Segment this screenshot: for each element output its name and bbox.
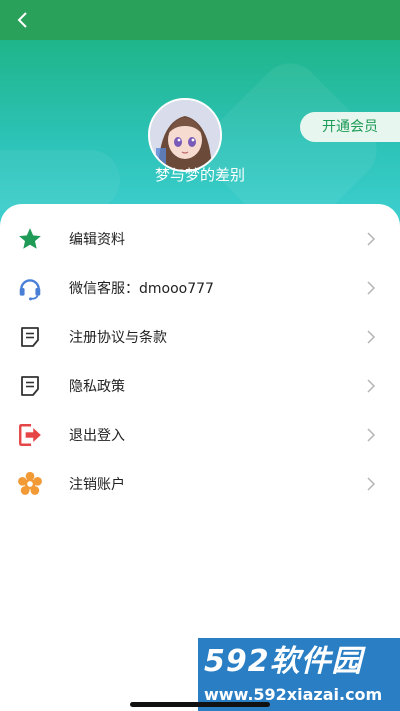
menu-label: 注册协议与条款	[69, 329, 167, 346]
menu-item-terms[interactable]: 注册协议与条款	[0, 312, 400, 361]
chevron-right-icon	[367, 427, 376, 442]
watermark-brand: 592软件园	[204, 644, 363, 679]
document-icon	[16, 323, 44, 351]
menu-label: 编辑资料	[69, 231, 125, 248]
anime-girl-avatar-icon	[150, 100, 220, 170]
site-watermark: 592软件园 www.592xiazai.com	[198, 638, 400, 711]
menu-item-wechat-support[interactable]: 微信客服：dmooo777	[0, 263, 400, 312]
menu-item-privacy-policy[interactable]: 隐私政策	[0, 361, 400, 410]
menu-label: 微信客服：dmooo777	[69, 280, 214, 297]
top-bar	[0, 0, 400, 40]
chevron-right-icon	[367, 231, 376, 246]
username: 梦与梦的差别	[154, 166, 245, 184]
menu-item-delete-account[interactable]: 注销账户	[0, 459, 400, 508]
vip-button[interactable]: 开通会员	[300, 112, 400, 142]
chevron-right-icon	[367, 378, 376, 393]
star-icon	[16, 225, 44, 253]
document-icon	[16, 372, 44, 400]
logout-icon	[16, 421, 44, 449]
avatar[interactable]	[148, 98, 222, 172]
flower-icon	[16, 470, 44, 498]
menu-label: 注销账户	[69, 476, 125, 493]
back-button[interactable]	[10, 8, 34, 32]
menu-item-edit-profile[interactable]: 编辑资料	[0, 214, 400, 263]
chevron-right-icon	[367, 329, 376, 344]
chevron-left-icon	[17, 12, 27, 28]
profile-header: 梦与梦的差别 开通会员	[0, 40, 400, 230]
menu-item-logout[interactable]: 退出登入	[0, 410, 400, 459]
chevron-right-icon	[367, 476, 376, 491]
settings-panel: 编辑资料 微信客服：dmooo777 注册协议与条款 隐私政策 退出登入 注销账…	[0, 204, 400, 711]
settings-menu: 编辑资料 微信客服：dmooo777 注册协议与条款 隐私政策 退出登入 注销账…	[0, 214, 400, 508]
menu-label: 退出登入	[69, 427, 125, 444]
home-indicator	[130, 702, 270, 707]
menu-label: 隐私政策	[69, 378, 125, 395]
chevron-right-icon	[367, 280, 376, 295]
headset-icon	[16, 274, 44, 302]
